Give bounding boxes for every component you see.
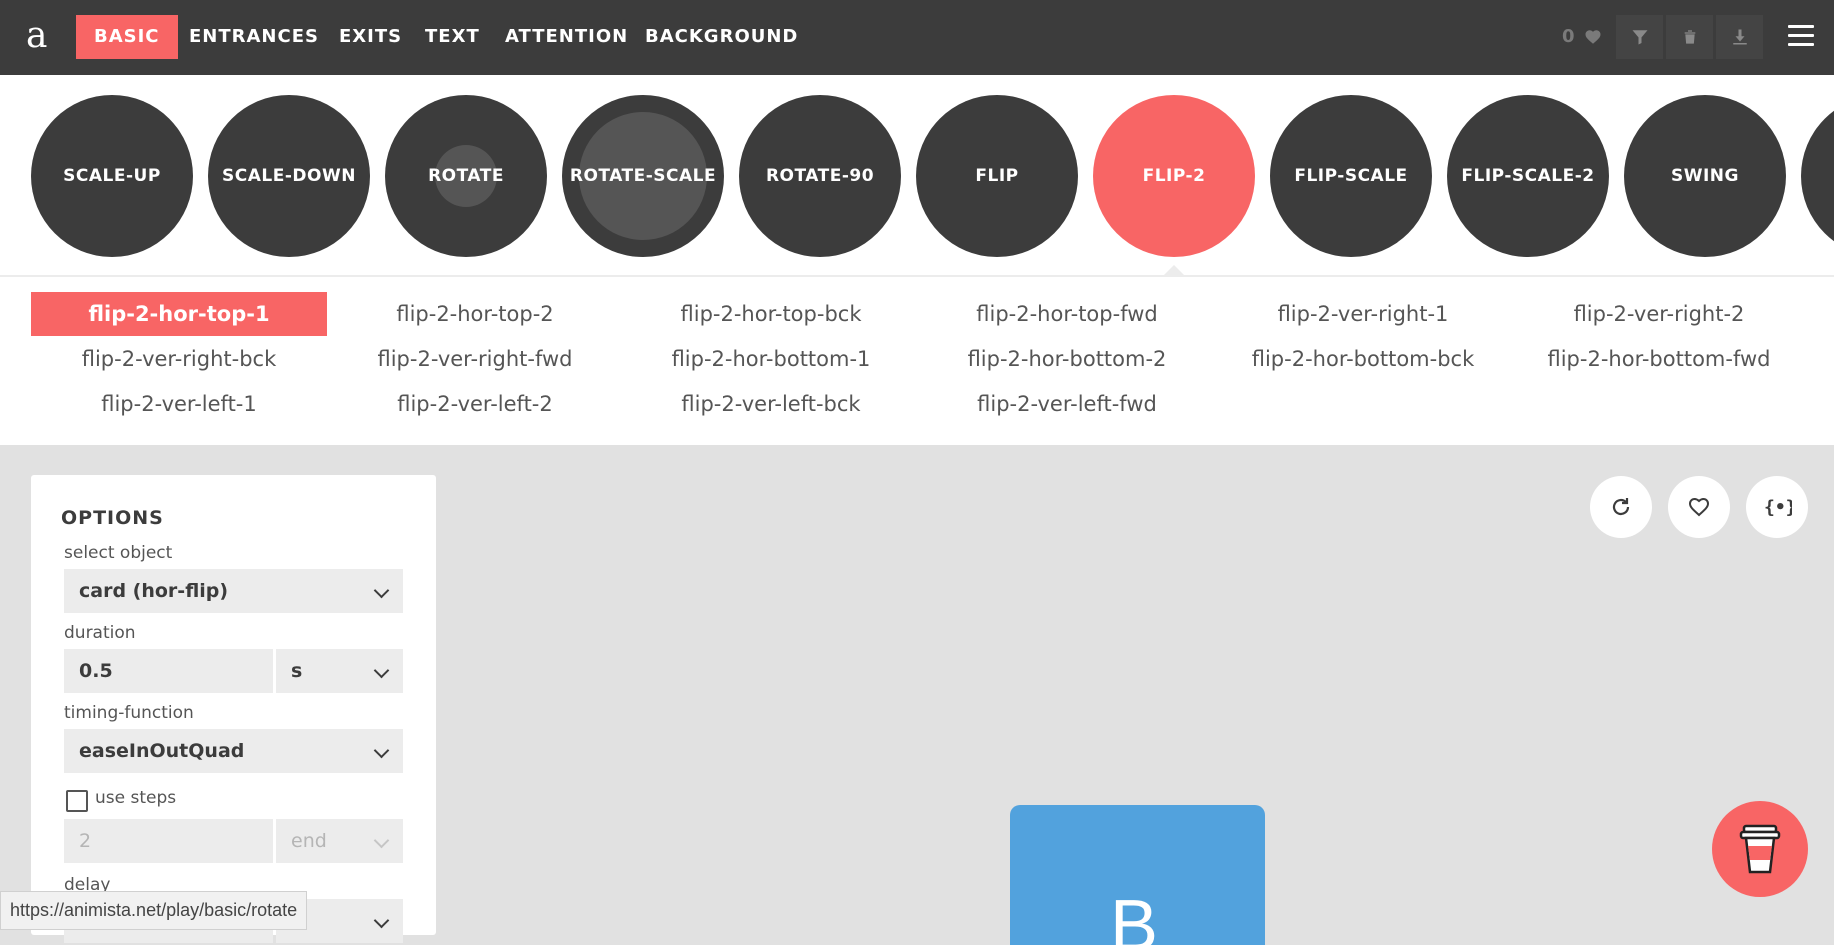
- tab-text[interactable]: TEXT: [407, 15, 498, 59]
- variant-item[interactable]: flip-2-hor-top-1: [31, 292, 327, 336]
- refresh-icon: [1612, 498, 1630, 516]
- variant-item[interactable]: flip-2-hor-top-2: [327, 292, 623, 336]
- variant-item[interactable]: flip-2-hor-bottom-fwd: [1511, 337, 1807, 381]
- options-title: OPTIONS: [61, 507, 164, 529]
- chevron-down-icon: [373, 912, 390, 929]
- steps-input[interactable]: 2: [64, 819, 273, 863]
- status-bar-url: https://animista.net/play/basic/rotate: [0, 891, 308, 930]
- anim-flip[interactable]: FLIP: [916, 95, 1078, 257]
- variant-item[interactable]: flip-2-hor-top-fwd: [919, 292, 1215, 336]
- variant-item[interactable]: flip-2-hor-top-bck: [623, 292, 919, 336]
- anim-next-partial[interactable]: [1801, 95, 1834, 257]
- generate-code-button[interactable]: {•}: [1746, 476, 1808, 538]
- use-steps-label: use steps: [95, 788, 177, 808]
- timing-function-label: timing-function: [64, 703, 194, 723]
- variant-item[interactable]: flip-2-ver-left-bck: [623, 382, 919, 426]
- variant-item[interactable]: flip-2-ver-right-bck: [31, 337, 327, 381]
- svg-text:{•}: {•}: [1764, 497, 1792, 518]
- download-icon: [1732, 29, 1747, 45]
- preview-card: B: [1010, 805, 1265, 945]
- filter-icon: [1632, 30, 1647, 45]
- use-steps-checkbox[interactable]: [66, 790, 88, 812]
- variant-item[interactable]: flip-2-hor-bottom-1: [623, 337, 919, 381]
- active-pointer: [1164, 265, 1184, 275]
- duration-input[interactable]: 0.5: [64, 649, 273, 693]
- chevron-down-icon: [373, 662, 390, 679]
- variant-item[interactable]: flip-2-ver-left-fwd: [919, 382, 1215, 426]
- top-navbar: a BASIC ENTRANCES EXITS TEXT ATTENTION B…: [0, 0, 1834, 75]
- hamburger-menu-icon[interactable]: [1788, 25, 1814, 47]
- filter-button[interactable]: [1616, 15, 1663, 59]
- anim-rotate[interactable]: ROTATE: [385, 95, 547, 257]
- variant-item[interactable]: flip-2-ver-right-2: [1511, 292, 1807, 336]
- heart-outline-icon: [1688, 497, 1710, 517]
- chevron-down-icon: [373, 742, 390, 759]
- options-panel: OPTIONS select object card (hor-flip) du…: [31, 475, 436, 943]
- select-object-label: select object: [64, 543, 173, 563]
- chevron-down-icon: [373, 832, 390, 849]
- trash-icon: [1684, 30, 1695, 44]
- tab-exits[interactable]: EXITS: [321, 15, 420, 59]
- anim-scale-up[interactable]: SCALE-UP: [31, 95, 193, 257]
- favorite-button[interactable]: [1668, 476, 1730, 538]
- anim-flip-2[interactable]: FLIP-2: [1093, 95, 1255, 257]
- anim-scale-down[interactable]: SCALE-DOWN: [208, 95, 370, 257]
- chevron-down-icon: [373, 582, 390, 599]
- anim-flip-scale[interactable]: FLIP-SCALE: [1270, 95, 1432, 257]
- variant-item[interactable]: flip-2-ver-right-1: [1215, 292, 1511, 336]
- tab-entrances[interactable]: ENTRANCES: [171, 15, 337, 59]
- coffee-cup-icon: [1739, 824, 1781, 874]
- steps-position-dropdown[interactable]: end: [276, 819, 403, 863]
- buy-me-coffee-button[interactable]: [1712, 801, 1808, 897]
- code-braces-icon: {•}: [1764, 497, 1792, 518]
- duration-label: duration: [64, 623, 136, 643]
- heart-icon[interactable]: [1584, 28, 1602, 46]
- tab-basic[interactable]: BASIC: [76, 15, 178, 59]
- variant-item[interactable]: flip-2-hor-bottom-2: [919, 337, 1215, 381]
- variant-item[interactable]: flip-2-ver-right-fwd: [327, 337, 623, 381]
- favorites-count[interactable]: 0: [1562, 26, 1575, 47]
- anim-swing[interactable]: SWING: [1624, 95, 1786, 257]
- animation-carousel: SCALE-UP SCALE-DOWN ROTATE ROTATE-SCALE …: [0, 75, 1834, 275]
- timing-function-dropdown[interactable]: easeInOutQuad: [64, 729, 403, 773]
- variant-list: flip-2-hor-top-1 flip-2-hor-top-2 flip-2…: [0, 277, 1834, 445]
- select-object-dropdown[interactable]: card (hor-flip): [64, 569, 403, 613]
- replay-button[interactable]: [1590, 476, 1652, 538]
- variant-item[interactable]: flip-2-hor-bottom-bck: [1215, 337, 1511, 381]
- delete-button[interactable]: [1666, 15, 1713, 59]
- anim-rotate-scale[interactable]: ROTATE-SCALE: [562, 95, 724, 257]
- duration-unit-dropdown[interactable]: s: [276, 649, 403, 693]
- tab-background[interactable]: BACKGROUND: [627, 15, 816, 59]
- variant-item[interactable]: flip-2-ver-left-1: [31, 382, 327, 426]
- variant-item[interactable]: flip-2-ver-left-2: [327, 382, 623, 426]
- tab-attention[interactable]: ATTENTION: [487, 15, 646, 59]
- card-letter: B: [1110, 886, 1159, 945]
- anim-rotate-90[interactable]: ROTATE-90: [739, 95, 901, 257]
- animista-logo[interactable]: a: [26, 14, 47, 58]
- download-button[interactable]: [1716, 15, 1763, 59]
- anim-flip-scale-2[interactable]: FLIP-SCALE-2: [1447, 95, 1609, 257]
